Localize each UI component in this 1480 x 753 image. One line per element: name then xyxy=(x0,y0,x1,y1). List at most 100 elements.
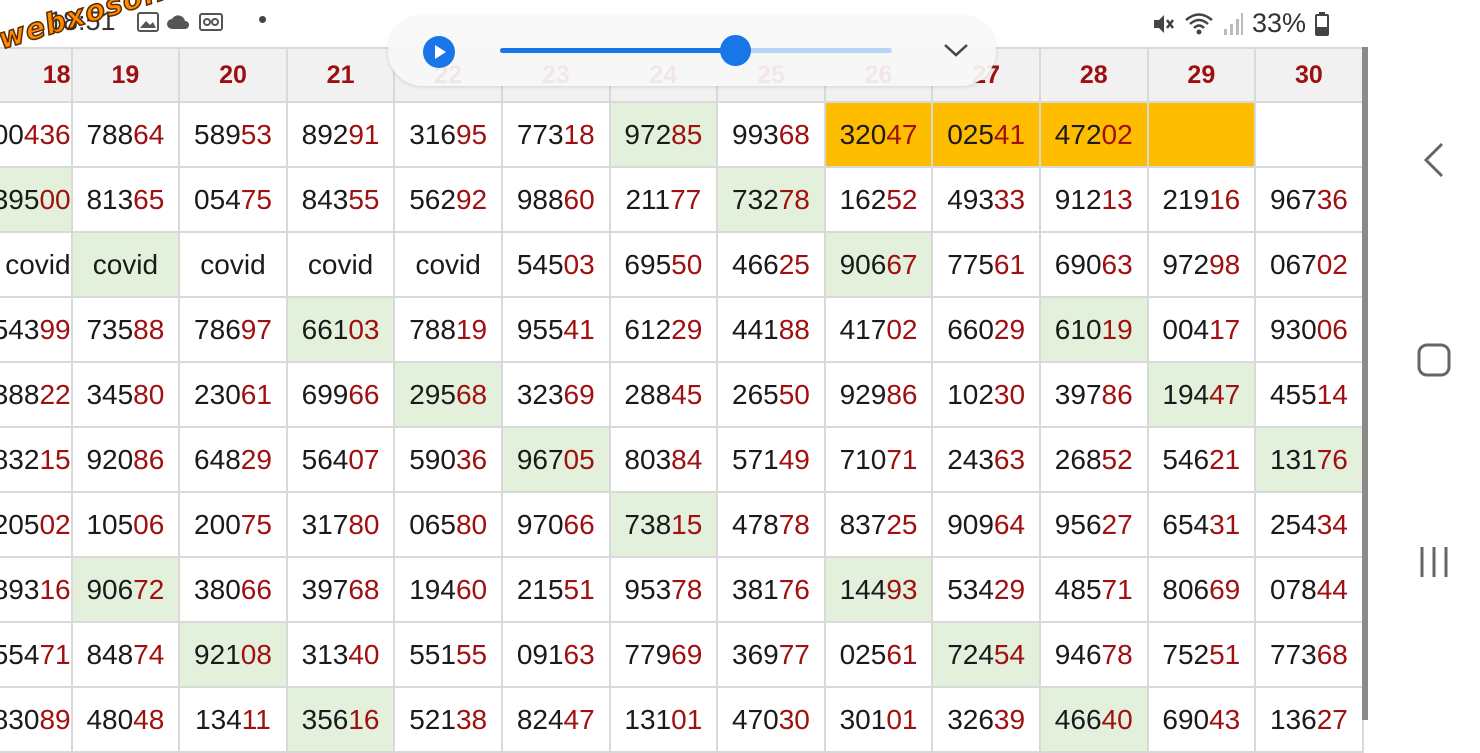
cell-head-digits: 388 xyxy=(0,378,40,410)
cell-head-digits: 417 xyxy=(839,313,887,345)
table-cell: 32369 xyxy=(500,361,611,428)
table-cell: 77368 xyxy=(1254,621,1364,688)
cell-tail-digits: 54 xyxy=(993,638,1026,670)
cell-head-digits: 906 xyxy=(839,248,887,280)
cell-head-digits: covid xyxy=(307,248,374,280)
cell-head-digits: 466 xyxy=(1054,703,1102,735)
cell-head-digits: 837 xyxy=(839,508,887,540)
cell-tail-digits: 55 xyxy=(455,638,488,670)
table-cell: 39786 xyxy=(1038,361,1149,428)
table-cell: 54503 xyxy=(500,231,611,298)
cell-tail-digits: 07 xyxy=(348,443,380,475)
day-header-28: 28 xyxy=(1038,47,1149,103)
cell-head-digits: 00 xyxy=(0,118,24,150)
cell-tail-digits: 78 xyxy=(671,573,703,605)
cell-tail-digits: 29 xyxy=(993,573,1026,605)
table-cell: 00417 xyxy=(1146,296,1257,363)
cell-tail-digits: 53 xyxy=(240,118,272,150)
table-cell: 73588 xyxy=(70,296,181,363)
cell-head-digits: 590 xyxy=(409,443,456,475)
play-icon[interactable] xyxy=(422,35,456,69)
cell-tail-digits: 36 xyxy=(1316,183,1348,215)
cell-head-digits: 788 xyxy=(409,313,456,345)
cell-tail-digits: 02 xyxy=(886,313,918,345)
home-icon[interactable] xyxy=(1416,342,1452,378)
cell-tail-digits: 48 xyxy=(133,703,165,735)
cell-head-digits: 773 xyxy=(516,118,564,150)
cell-tail-digits: 69 xyxy=(671,638,703,670)
cell-tail-digits: 98 xyxy=(1209,248,1241,280)
cell-tail-digits: 88 xyxy=(778,313,810,345)
battery-icon xyxy=(1315,11,1330,36)
cell-head-digits: 788 xyxy=(86,118,134,150)
cell-head-digits: 803 xyxy=(624,443,672,475)
table-cell: 26852 xyxy=(1038,426,1149,493)
chevron-down-icon[interactable] xyxy=(942,40,970,60)
cell-head-digits: 562 xyxy=(409,183,456,215)
table-cell: 98860 xyxy=(500,166,611,233)
cell-tail-digits: 66 xyxy=(240,573,272,605)
table-cell: 38822 xyxy=(0,361,73,428)
cell-tail-digits: 02 xyxy=(39,508,71,540)
cell-head-digits: 025 xyxy=(947,118,994,150)
cell-tail-digits: 03 xyxy=(563,248,595,280)
table-cell: 71071 xyxy=(823,426,934,493)
cell-head-digits: 967 xyxy=(516,443,564,475)
table-cell: covid xyxy=(70,231,181,298)
table-cell: 46625 xyxy=(716,231,826,298)
day-header-21: 21 xyxy=(285,47,396,103)
cell-head-digits: 131 xyxy=(1269,443,1317,475)
table-cell: 13176 xyxy=(1254,426,1364,493)
table-row: 2050210506200753178006580970667381547878… xyxy=(0,491,1364,558)
cell-head-digits: covid xyxy=(5,248,71,280)
cell-head-digits: 194 xyxy=(409,573,456,605)
cell-tail-digits: 51 xyxy=(1209,638,1241,670)
cell-head-digits: 735 xyxy=(86,313,134,345)
table-cell: 58953 xyxy=(178,101,288,168)
cell-head-digits: 345 xyxy=(86,378,134,410)
cell-tail-digits: 19 xyxy=(455,313,488,345)
cell-tail-digits: 13 xyxy=(1101,183,1133,215)
cell-tail-digits: 11 xyxy=(241,703,271,735)
cloud-icon xyxy=(167,15,189,29)
cell-head-digits: 648 xyxy=(194,443,241,475)
cell-tail-digits: 68 xyxy=(455,378,488,410)
table-cell: covid xyxy=(0,231,73,298)
table-cell: 55471 xyxy=(0,621,73,688)
table-cell: 75251 xyxy=(1146,621,1257,688)
table-cell: 97285 xyxy=(608,101,719,168)
cell-head-digits: 091 xyxy=(516,638,564,670)
cell-head-digits: 654 xyxy=(1162,508,1210,540)
cell-tail-digits: 36 xyxy=(455,443,488,475)
table-row: 0043678864589538929131695773189728599368… xyxy=(0,101,1364,168)
back-icon[interactable] xyxy=(1418,140,1450,180)
table-cell: 28845 xyxy=(608,361,719,428)
cell-head-digits: 397 xyxy=(1054,378,1102,410)
table-cell: covid xyxy=(393,231,503,298)
wifi-icon xyxy=(1185,12,1213,34)
cell-tail-digits: 17 xyxy=(1209,313,1241,345)
cell-tail-digits: 76 xyxy=(1316,443,1348,475)
cell-head-digits: 546 xyxy=(1162,443,1210,475)
cell-tail-digits: 47 xyxy=(886,118,918,150)
cell-head-digits: 786 xyxy=(194,313,241,345)
cell-tail-digits: 34 xyxy=(1316,508,1348,540)
cell-head-digits: covid xyxy=(92,248,159,280)
cell-head-digits: 162 xyxy=(839,183,887,215)
cell-tail-digits: 02 xyxy=(1316,248,1348,280)
cell-head-digits: 893 xyxy=(0,573,40,605)
cell-tail-digits: 52 xyxy=(1101,443,1133,475)
cell-head-digits: 356 xyxy=(301,703,349,735)
table-cell: 49333 xyxy=(931,166,1041,233)
cell-head-digits: 316 xyxy=(409,118,456,150)
cell-head-digits: 775 xyxy=(947,248,994,280)
recent-apps-icon[interactable] xyxy=(1418,545,1452,579)
table-cell: 32047 xyxy=(823,101,934,168)
table-cell: 54621 xyxy=(1146,426,1257,493)
table-cell: 41702 xyxy=(823,296,934,363)
cell-tail-digits: 80 xyxy=(133,378,165,410)
progress-slider[interactable] xyxy=(500,35,892,66)
slider-thumb[interactable] xyxy=(720,35,752,66)
table-cell: 66103 xyxy=(285,296,396,363)
cell-tail-digits: 16 xyxy=(348,703,380,735)
